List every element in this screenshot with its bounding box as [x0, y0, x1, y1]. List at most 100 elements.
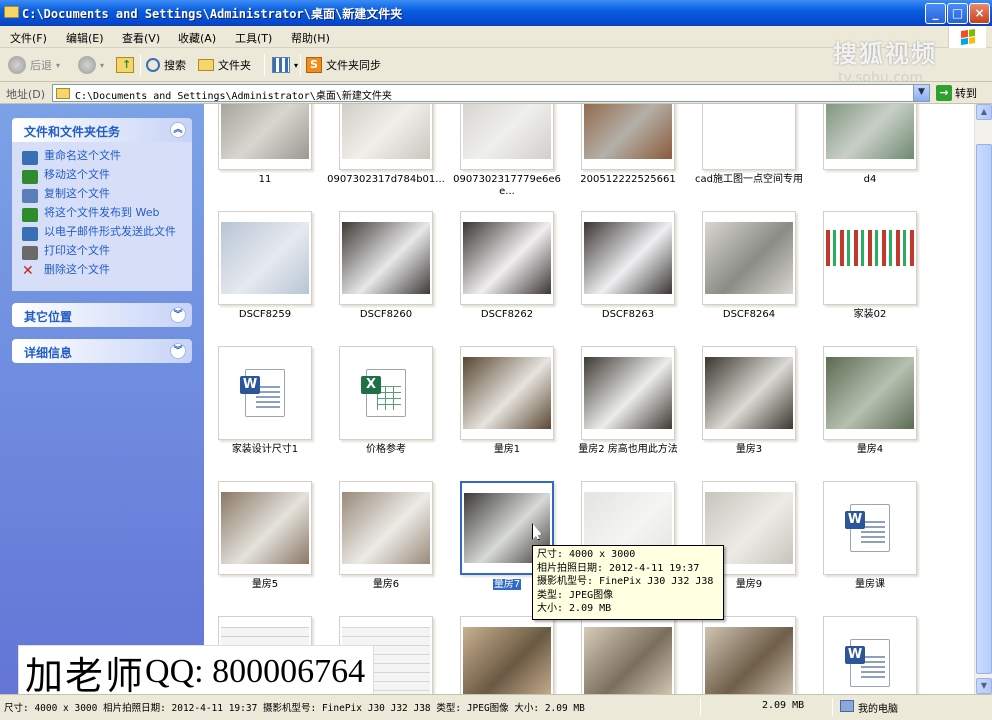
minimize-button[interactable]: _ [925, 3, 946, 24]
file-name: 量房3 [735, 444, 763, 455]
forward-button[interactable]: ▾ [78, 54, 104, 76]
file-name-container: 量房6 [327, 579, 445, 591]
toolbar-separator [140, 54, 141, 76]
file-item[interactable]: 11 [218, 104, 336, 206]
task-item[interactable]: 以电子邮件形式发送此文件 [22, 226, 184, 243]
thumbnail-frame [823, 104, 917, 170]
thumbnail-frame [218, 104, 312, 170]
address-label: 地址(D) [6, 88, 46, 101]
file-item[interactable]: cad施工图一点空间专用 [695, 104, 820, 206]
address-dropdown-icon[interactable]: ▼ [913, 85, 929, 101]
search-button[interactable]: 搜索 [146, 54, 186, 76]
menu-file[interactable]: 文件(F) [10, 30, 47, 46]
file-name: 量房6 [372, 579, 400, 590]
teacher-contact-overlay: 加老师 QQ: 800006764 [18, 645, 374, 699]
file-name-container: 家装02 [811, 309, 929, 321]
folder-sync-button[interactable]: S 文件夹同步 [306, 54, 381, 76]
task-item[interactable]: 复制这个文件 [22, 188, 184, 205]
toolbar-separator [300, 54, 301, 76]
back-button[interactable]: 后退 ▾ [8, 54, 60, 76]
expand-chevron-icon[interactable]: ︾ [170, 343, 186, 359]
file-tasks-panel: 文件和文件夹任务 ︽ 重命名这个文件 移动这个文件 复制这个文件 将这个文件发布到 W… [12, 118, 192, 291]
folders-icon [198, 59, 214, 71]
floor-plan-thumbnail [826, 230, 914, 266]
my-computer-icon [840, 700, 854, 712]
status-divider [832, 698, 833, 716]
menu-edit[interactable]: 编辑(E) [66, 30, 104, 46]
scroll-thumb[interactable] [976, 144, 992, 674]
file-name-container: DSCF8259 [206, 309, 324, 321]
file-item[interactable]: DSCF8264 [702, 211, 820, 341]
file-tasks-header[interactable]: 文件和文件夹任务 ︽ [12, 118, 192, 142]
expand-chevron-icon[interactable]: ︾ [170, 307, 186, 323]
scroll-up-arrow-icon[interactable]: ▲ [976, 104, 992, 120]
collapse-chevron-icon[interactable]: ︽ [170, 122, 186, 138]
menu-help[interactable]: 帮助(H) [291, 30, 330, 46]
file-item[interactable]: 量房6 [339, 481, 457, 611]
file-item[interactable]: W 量房课 [823, 481, 941, 611]
go-button[interactable]: → 转到 [936, 84, 977, 102]
file-item[interactable]: 0907302317779e6e6e... [453, 104, 578, 206]
tooltip-camera: 摄影机型号: FinePix J30 J32 J38 [537, 576, 714, 587]
photo-thumbnail [221, 104, 309, 159]
file-item[interactable]: 量房3 [702, 346, 820, 476]
other-places-header[interactable]: 其它位置 ︾ [12, 303, 192, 327]
file-name-container: 0907302317d784b01... [327, 174, 445, 186]
views-button[interactable]: ▾ [272, 54, 298, 76]
file-item[interactable]: DSCF8259 [218, 211, 336, 341]
task-item[interactable]: 将这个文件发布到 Web [22, 207, 184, 224]
file-item[interactable]: 0907302317d784b01... [327, 104, 457, 206]
file-item[interactable]: 家装02 [823, 211, 941, 341]
menu-favorites[interactable]: 收藏(A) [178, 30, 216, 46]
menu-view[interactable]: 查看(V) [122, 30, 160, 46]
menu-tools[interactable]: 工具(T) [235, 30, 272, 46]
close-button[interactable]: × [969, 3, 990, 24]
maximize-button[interactable]: □ [947, 3, 968, 24]
file-item[interactable]: d4 [823, 104, 941, 206]
file-item[interactable] [702, 616, 820, 694]
file-item[interactable]: DSCF8260 [339, 211, 457, 341]
file-item[interactable] [460, 616, 578, 694]
file-name: 量房1 [493, 444, 521, 455]
file-item[interactable]: W [823, 616, 941, 694]
search-icon [146, 58, 160, 72]
file-item[interactable]: 量房1 [460, 346, 578, 476]
task-item[interactable]: ✕ 删除这个文件 [22, 264, 184, 281]
task-item[interactable]: 打印这个文件 [22, 245, 184, 262]
vertical-scrollbar[interactable]: ▲ ▼ [974, 104, 992, 694]
status-size: 2.09 MB [762, 700, 805, 711]
file-name: 200512222525661 [580, 174, 676, 185]
file-name-container: 量房4 [811, 444, 929, 456]
task-label: 删除这个文件 [44, 263, 110, 276]
file-name: 家装设计尺寸1 [231, 444, 299, 455]
back-arrow-icon [8, 56, 26, 74]
thumbnail-frame [702, 616, 796, 694]
file-tasks-title: 文件和文件夹任务 [24, 125, 121, 139]
thumbnail-frame [460, 346, 554, 440]
file-item[interactable]: DSCF8263 [581, 211, 699, 341]
print-icon [22, 246, 38, 260]
windows-flag-icon [961, 29, 975, 45]
up-folder-button[interactable]: ↑ [116, 54, 134, 76]
wps-document-thumbnail: W [826, 619, 914, 694]
file-item[interactable]: X 价格参考 [339, 346, 457, 476]
photo-thumbnail [342, 492, 430, 564]
file-item[interactable]: DSCF8262 [460, 211, 578, 341]
file-item[interactable]: 量房5 [218, 481, 336, 611]
file-name: d4 [863, 174, 877, 185]
file-name: 家装02 [853, 309, 887, 320]
details-header[interactable]: 详细信息 ︾ [12, 339, 192, 363]
task-item[interactable]: 重命名这个文件 [22, 150, 184, 167]
file-item[interactable]: 量房2 房高也用此方法 [578, 346, 699, 476]
file-item[interactable]: 量房4 [823, 346, 941, 476]
photo-thumbnail [826, 357, 914, 429]
views-icon [272, 57, 290, 73]
file-item[interactable]: 200512222525661 [580, 104, 699, 206]
file-item[interactable] [581, 616, 699, 694]
file-item[interactable]: W 家装设计尺寸1 [218, 346, 336, 476]
scroll-down-arrow-icon[interactable]: ▼ [976, 678, 992, 694]
task-item[interactable]: 移动这个文件 [22, 169, 184, 186]
window-title: C:\Documents and Settings\Administrator\… [22, 7, 403, 21]
folders-button[interactable]: 文件夹 [198, 54, 251, 76]
address-input[interactable]: C:\Documents and Settings\Administrator\… [52, 84, 930, 102]
